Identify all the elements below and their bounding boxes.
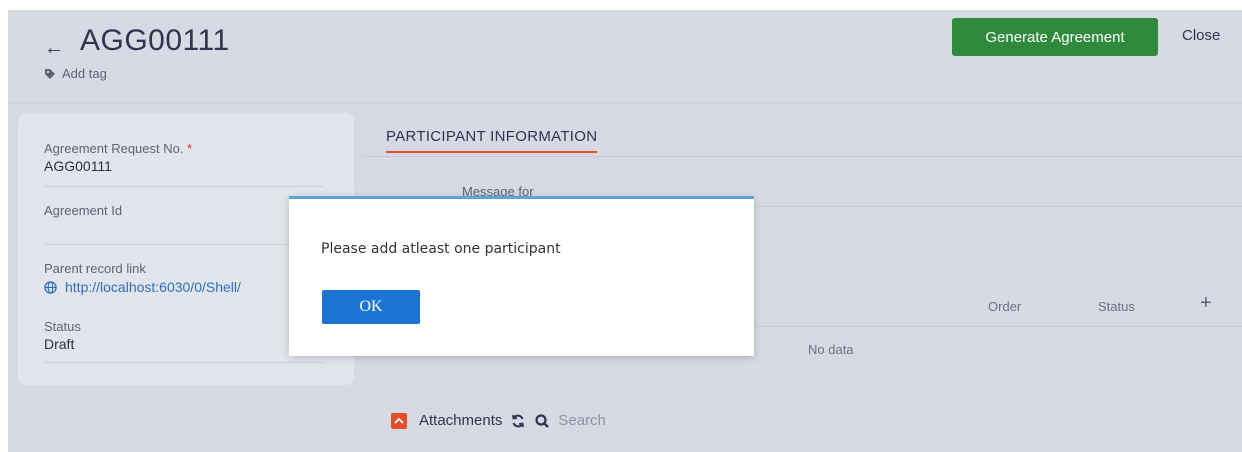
collapse-chevron-up-icon[interactable]	[391, 412, 407, 429]
header-divider	[8, 102, 1242, 106]
refresh-icon[interactable]	[510, 413, 526, 429]
parent-record-link-field: Parent record link http://localhost:6030…	[44, 261, 324, 309]
field-label: Status	[44, 319, 81, 334]
add-tag-link[interactable]: Add tag	[44, 66, 107, 81]
agreement-request-no-field[interactable]: Agreement Request No. * AGG00111	[44, 141, 324, 187]
field-label: Agreement Id	[44, 203, 123, 218]
alert-dialog: Please add atleast one participant OK	[289, 196, 754, 356]
ok-button[interactable]: OK	[322, 290, 420, 324]
attachments-title: Attachments	[419, 412, 503, 429]
field-label: Parent record link	[44, 261, 146, 276]
page-background: ← AGG00111 Add tag Generate Agreement Cl…	[8, 10, 1242, 452]
empty-state-text: No data	[808, 342, 854, 357]
tab-bar: PARTICIPANT INFORMATION	[362, 113, 1242, 157]
column-header-order[interactable]: Order	[988, 299, 1021, 314]
attachments-search-input[interactable]: Search	[558, 412, 606, 429]
agreement-id-field[interactable]: Agreement Id	[44, 203, 324, 245]
attachments-header: Attachments Search	[391, 412, 606, 429]
add-participant-plus-icon[interactable]: +	[1200, 293, 1212, 313]
dialog-message: Please add atleast one participant	[321, 241, 561, 257]
close-button[interactable]: Close	[1182, 27, 1220, 44]
tag-icon	[45, 68, 55, 79]
status-field[interactable]: Status Draft	[44, 319, 324, 363]
globe-icon	[44, 280, 57, 294]
field-value: AGG00111	[44, 158, 112, 174]
column-header-status[interactable]: Status	[1098, 299, 1135, 314]
search-icon[interactable]	[534, 413, 550, 429]
generate-agreement-button[interactable]: Generate Agreement	[952, 18, 1158, 56]
page-title: AGG00111	[80, 24, 230, 57]
field-value: Draft	[44, 336, 75, 352]
link-text[interactable]: http://localhost:6030/0/Shell/	[65, 279, 241, 295]
field-label: Agreement Request No. *	[44, 141, 193, 156]
back-arrow-icon[interactable]: ←	[44, 38, 64, 58]
parent-record-link[interactable]: http://localhost:6030/0/Shell/	[44, 279, 324, 295]
add-tag-label: Add tag	[62, 66, 107, 81]
required-asterisk: *	[187, 141, 193, 156]
tab-participant-information[interactable]: PARTICIPANT INFORMATION	[386, 128, 598, 153]
